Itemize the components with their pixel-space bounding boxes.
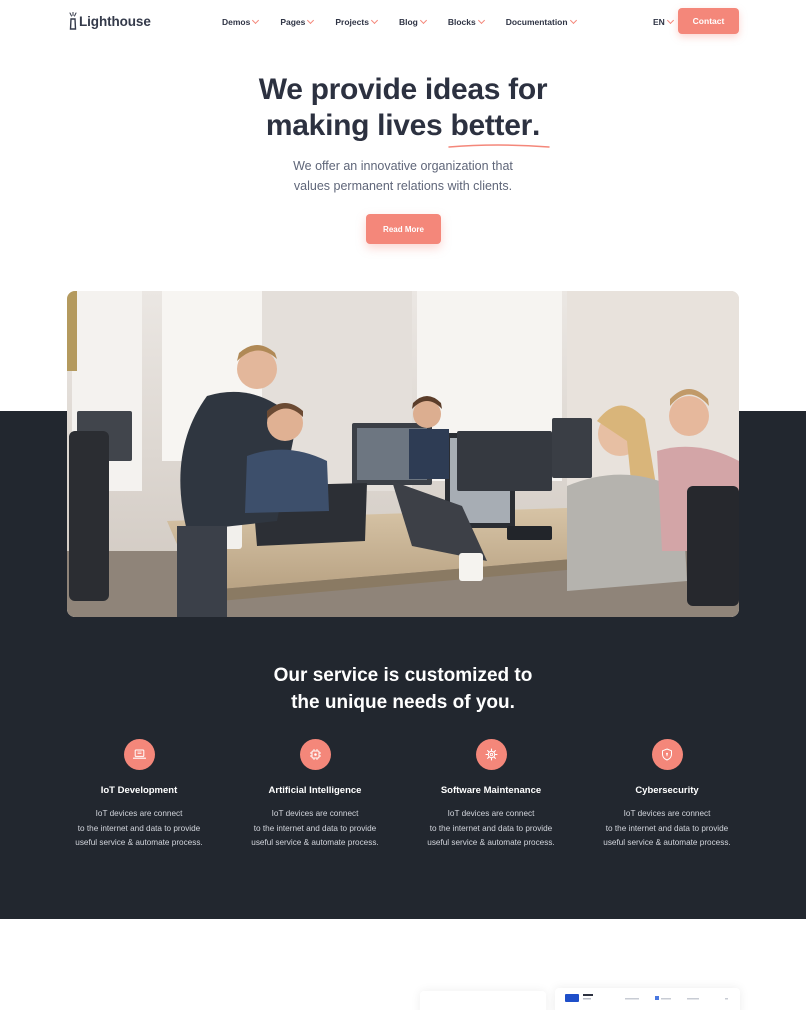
service-description: IoT devices are connect to the internet … xyxy=(51,807,227,851)
service-desc-line: to the internet and data to provide xyxy=(605,823,729,833)
underline-decoration xyxy=(448,144,551,148)
nav-label: Documentation xyxy=(505,17,568,27)
service-description: IoT devices are connect to the internet … xyxy=(579,807,755,851)
nav-label: Blocks xyxy=(447,17,476,27)
hero-subtitle-line2: values permanent relations with clients. xyxy=(293,179,513,193)
hero-subtitle: We offer an innovative organization that… xyxy=(0,156,806,196)
language-selector[interactable]: EN xyxy=(653,16,674,28)
service-desc-line: to the internet and data to provide xyxy=(77,823,201,833)
service-desc-line: to the internet and data to provide xyxy=(429,823,553,833)
main-menu: Demos Pages Projects Blog Blocks Documen… xyxy=(222,16,598,28)
chevron-down-icon xyxy=(569,16,577,25)
shield-icon xyxy=(651,739,683,770)
nav-item-blocks[interactable]: Blocks xyxy=(447,16,485,28)
nav-item-documentation[interactable]: Documentation xyxy=(505,16,577,28)
contact-button[interactable]: Contact xyxy=(678,8,739,34)
chevron-down-icon xyxy=(419,16,427,25)
hero-subtitle-line1: We offer an innovative organization that xyxy=(293,159,513,173)
service-description: IoT devices are connect to the internet … xyxy=(403,807,579,851)
services-grid: IoT Development IoT devices are connect … xyxy=(51,739,755,851)
preview-card xyxy=(420,991,546,1010)
service-desc-line: to the internet and data to provide xyxy=(253,823,377,833)
service-title: Software Maintenance xyxy=(440,785,542,796)
brand-logo[interactable]: Lighthouse xyxy=(68,12,151,30)
nav-label: Projects xyxy=(335,17,369,27)
service-desc-line: useful service & automate process. xyxy=(603,838,731,847)
chevron-down-icon xyxy=(307,16,315,25)
service-desc-line: useful service & automate process. xyxy=(75,838,203,847)
service-desc-line: useful service & automate process. xyxy=(251,838,379,847)
service-desc-line: IoT devices are connect xyxy=(95,809,183,818)
service-title: Artificial Intelligence xyxy=(268,785,362,796)
hero-title-line1: We provide ideas for xyxy=(258,73,548,106)
hero-title-suffix: . xyxy=(532,109,541,142)
nav-label: Demos xyxy=(222,17,251,27)
hero-title-highlight: better xyxy=(448,108,551,148)
chevron-down-icon xyxy=(370,16,378,25)
service-card-cybersecurity: Cybersecurity IoT devices are connect to… xyxy=(579,739,755,851)
top-navigation: Lighthouse Demos Pages Projects Blog Blo… xyxy=(0,8,806,36)
nav-label: Pages xyxy=(280,17,306,27)
service-card-ai: Artificial Intelligence IoT devices are … xyxy=(227,739,403,851)
language-label: EN xyxy=(653,17,665,27)
nav-item-projects[interactable]: Projects xyxy=(335,16,378,28)
brand-name: Lighthouse xyxy=(79,14,151,29)
nav-item-blog[interactable]: Blog xyxy=(398,16,427,28)
lighthouse-icon xyxy=(69,12,77,30)
chevron-down-icon xyxy=(666,16,674,25)
services-title-line2: the unique needs of you. xyxy=(291,692,515,713)
nav-label: Blog xyxy=(398,17,418,27)
chip-icon xyxy=(299,739,331,770)
service-description: IoT devices are connect to the internet … xyxy=(227,807,403,851)
laptop-icon xyxy=(123,739,155,770)
services-title: Our service is customized to the unique … xyxy=(0,662,806,716)
chevron-down-icon xyxy=(477,16,485,25)
service-card-software: Software Maintenance IoT devices are con… xyxy=(403,739,579,851)
hero-title: We provide ideas for making lives better… xyxy=(0,72,806,148)
dashboard-preview-card xyxy=(555,988,740,1010)
office-team-photo xyxy=(67,291,739,617)
highlight-word: better xyxy=(450,109,533,142)
service-desc-line: IoT devices are connect xyxy=(623,809,711,818)
service-title: Cybersecurity xyxy=(635,785,699,796)
service-desc-line: IoT devices are connect xyxy=(271,809,359,818)
nav-item-demos[interactable]: Demos xyxy=(222,16,260,28)
service-card-iot: IoT Development IoT devices are connect … xyxy=(51,739,227,851)
office-illustration xyxy=(67,291,739,617)
chevron-down-icon xyxy=(252,16,260,25)
nav-item-pages[interactable]: Pages xyxy=(280,16,315,28)
gear-icon xyxy=(475,739,507,770)
service-title: IoT Development xyxy=(100,785,178,796)
hero-title-line2-prefix: making lives xyxy=(265,109,451,142)
services-title-line1: Our service is customized to xyxy=(273,665,533,686)
service-desc-line: IoT devices are connect xyxy=(447,809,535,818)
dashboard-preview-graphic xyxy=(565,994,728,1002)
read-more-button[interactable]: Read More xyxy=(366,214,441,244)
service-desc-line: useful service & automate process. xyxy=(427,838,555,847)
